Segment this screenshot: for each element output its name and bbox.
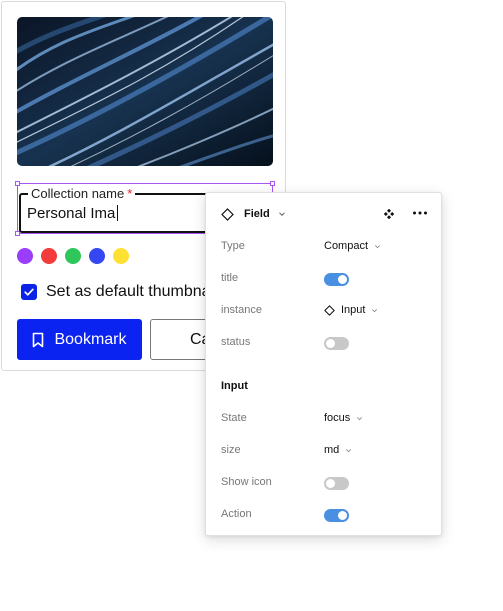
- chevron-down-icon: [372, 308, 378, 312]
- chevron-down-icon: [357, 416, 363, 420]
- component-instance-icon: [324, 304, 335, 316]
- prop-name-status: status: [221, 336, 251, 348]
- swatch-purple[interactable]: [17, 248, 33, 264]
- color-swatches: [17, 248, 129, 264]
- properties-panel: Field Type Compact title instance Input …: [205, 192, 442, 536]
- more-options-icon[interactable]: [412, 207, 428, 219]
- prop-name-type: Type: [221, 240, 245, 252]
- resize-handle-top-right[interactable]: [270, 181, 275, 186]
- status-toggle[interactable]: [324, 337, 349, 350]
- checkmark-icon: [24, 288, 34, 296]
- chevron-down-icon[interactable]: [278, 210, 286, 218]
- swatch-red[interactable]: [41, 248, 57, 264]
- required-mark: *: [127, 186, 133, 201]
- default-thumbnail-checkbox[interactable]: [21, 284, 37, 300]
- panel-header: Field: [206, 193, 441, 235]
- prop-row-size: size md: [206, 441, 441, 461]
- prop-name-title: title: [221, 272, 239, 284]
- toggle-knob: [326, 479, 335, 488]
- title-toggle[interactable]: [324, 273, 349, 286]
- prop-value-size[interactable]: md: [324, 444, 352, 456]
- section-title-input: Input: [221, 380, 248, 392]
- prop-row-title: title: [206, 269, 441, 289]
- default-thumbnail-label: Set as default thumbnail: [46, 283, 218, 300]
- prop-value-instance-text: Input: [341, 304, 366, 316]
- chevron-down-icon: [346, 448, 352, 452]
- bookmark-icon: [33, 332, 44, 347]
- default-thumbnail-row[interactable]: Set as default thumbnail: [21, 283, 218, 301]
- cover-image[interactable]: [17, 17, 273, 166]
- component-instance-icon: [221, 208, 234, 221]
- prop-name-state: State: [221, 412, 247, 424]
- prop-name-show-icon: Show icon: [221, 476, 272, 488]
- prop-row-state: State focus: [206, 409, 441, 429]
- prop-value-instance[interactable]: Input: [324, 304, 378, 316]
- prop-row-action: Action: [206, 505, 441, 525]
- toggle-knob: [326, 339, 335, 348]
- show-icon-toggle[interactable]: [324, 477, 349, 490]
- prop-name-size: size: [221, 444, 241, 456]
- toggle-knob: [338, 275, 347, 284]
- swatch-blue[interactable]: [89, 248, 105, 264]
- prop-value-state[interactable]: focus: [324, 412, 363, 424]
- prop-row-status: status: [206, 333, 441, 353]
- text-caret: [117, 205, 119, 221]
- prop-value-size-text: md: [324, 444, 340, 456]
- prop-value-type[interactable]: Compact: [324, 240, 381, 252]
- prop-row-show-icon: Show icon: [206, 473, 441, 493]
- toggle-knob: [338, 511, 347, 520]
- panel-title[interactable]: Field: [244, 208, 270, 220]
- abstract-blue-waves-image: [17, 17, 273, 166]
- action-toggle[interactable]: [324, 509, 349, 522]
- prop-row-type: Type Compact: [206, 237, 441, 257]
- swatch-yellow[interactable]: [113, 248, 129, 264]
- swatch-green[interactable]: [65, 248, 81, 264]
- bookmark-button[interactable]: Bookmark: [17, 319, 142, 360]
- collection-name-value: Personal Ima: [27, 205, 119, 223]
- collection-name-label: Collection name *: [28, 186, 136, 202]
- chevron-down-icon: [375, 244, 381, 248]
- prop-name-action: Action: [221, 508, 252, 520]
- prop-value-state-text: focus: [324, 412, 351, 424]
- prop-name-instance: instance: [221, 304, 262, 316]
- go-to-main-component-icon[interactable]: [383, 208, 395, 220]
- prop-row-instance: instance Input: [206, 301, 441, 321]
- resize-handle-top-left[interactable]: [15, 181, 20, 186]
- bookmark-button-label: Bookmark: [54, 330, 127, 348]
- prop-value-type-text: Compact: [324, 240, 369, 252]
